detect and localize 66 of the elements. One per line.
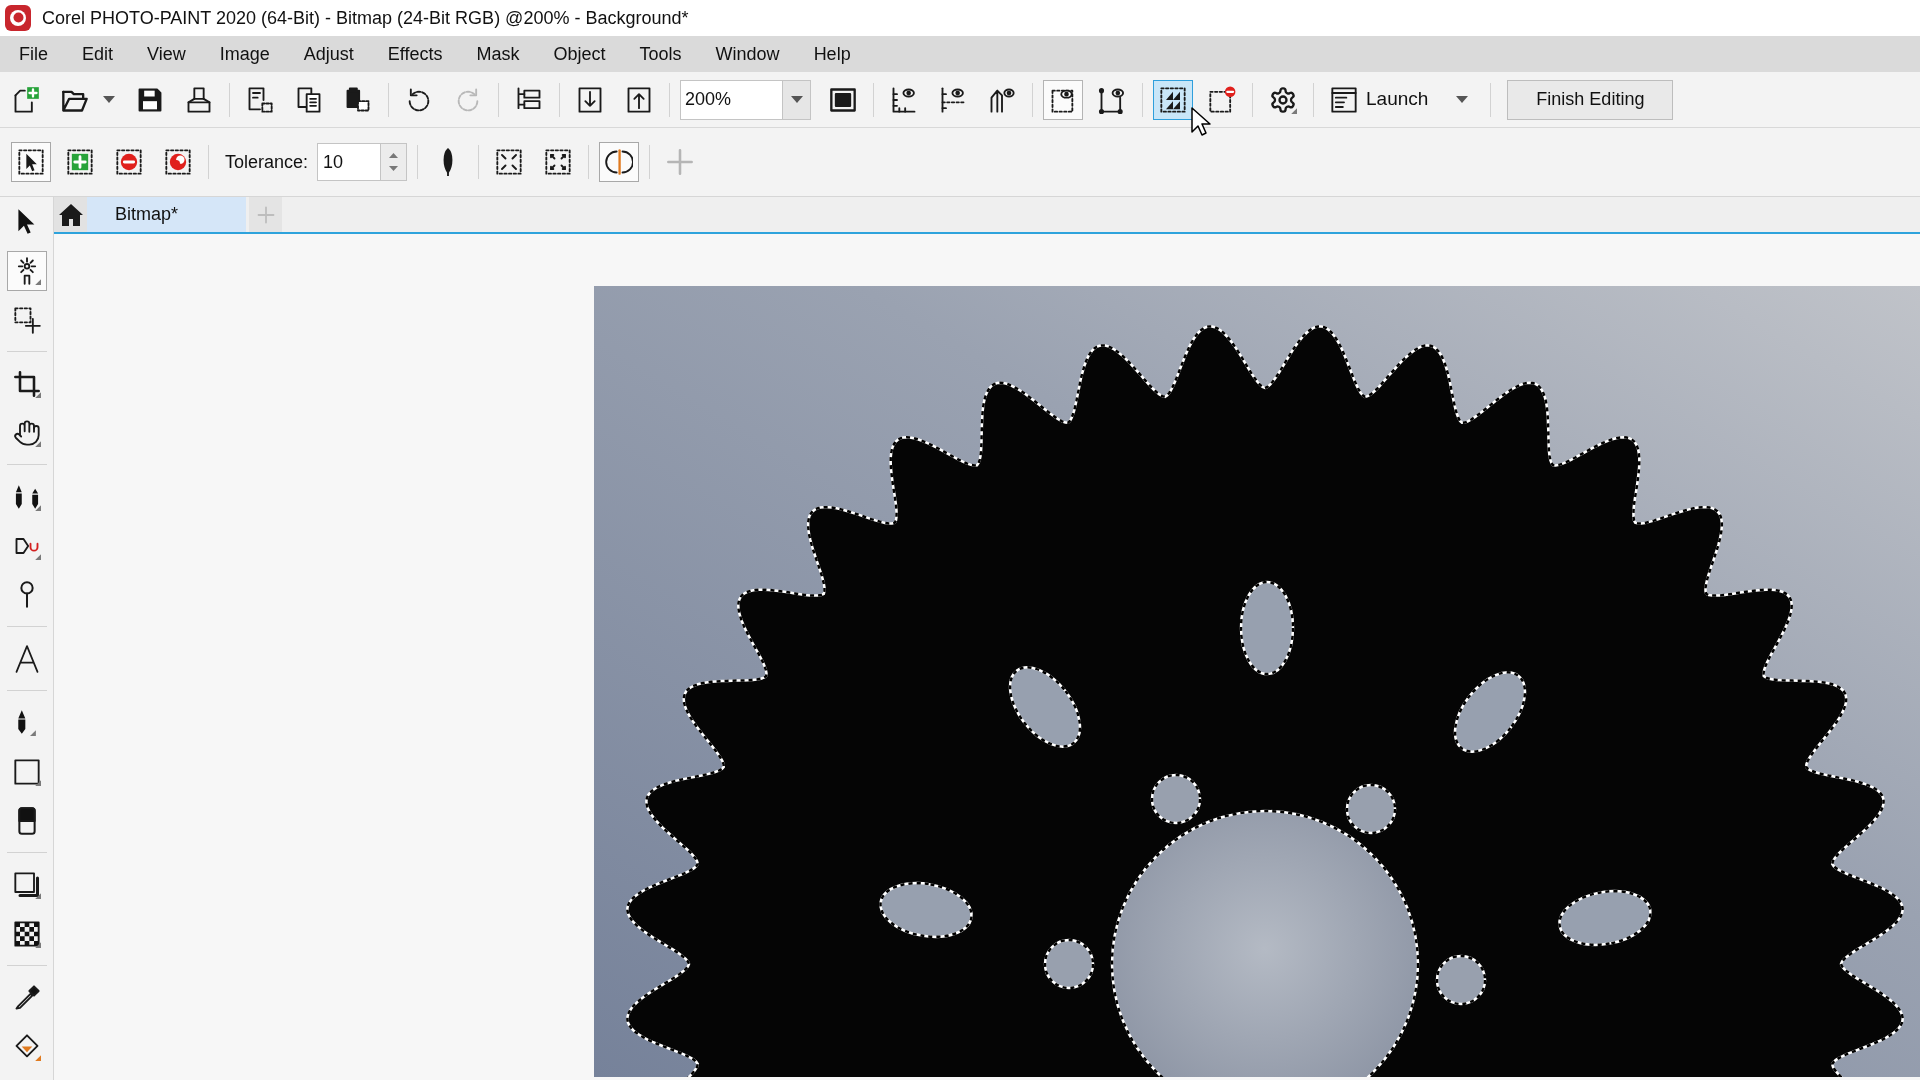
feather-icon — [442, 148, 455, 176]
pin-icon — [19, 581, 34, 608]
home-tab[interactable] — [54, 197, 87, 232]
dotted-corners-icon — [495, 148, 524, 176]
checkerboard-icon — [12, 919, 41, 948]
dotted-square-pointer-icon — [17, 148, 45, 176]
tolerance-spin-box[interactable]: 10 — [317, 143, 408, 181]
tolerance-label: Tolerance: — [225, 150, 309, 174]
pointer-arrow-icon — [16, 208, 37, 235]
menu-item[interactable]: Adjust — [286, 36, 371, 72]
window-lines-icon — [1330, 85, 1358, 114]
menu-item[interactable]: File — [2, 36, 65, 72]
ruler-eye-icon — [890, 85, 918, 114]
ruler-dotted-eye-icon — [939, 85, 967, 114]
box-arrow-down-icon — [576, 85, 604, 114]
menu-item[interactable]: Image — [202, 36, 287, 72]
menu-item[interactable]: Tools — [622, 36, 699, 72]
dotted-triangles-icon — [1159, 85, 1187, 114]
dotted-square-minus-icon — [115, 148, 143, 176]
dotted-frame-minus-icon — [1208, 85, 1236, 114]
paint-brush-icon — [17, 709, 36, 736]
framed-square-icon — [829, 85, 857, 114]
view-toggle-button[interactable] — [1043, 79, 1083, 120]
menu-item[interactable]: Effects — [370, 36, 460, 72]
settings-icon — [1269, 85, 1297, 114]
document-dotted-icon — [246, 85, 274, 114]
menu-item[interactable]: Mask — [459, 36, 537, 72]
selection-mode-button[interactable] — [11, 142, 51, 182]
copy-icon — [295, 85, 323, 114]
split-circle-icon — [605, 148, 634, 176]
plus-icon — [256, 205, 275, 224]
rectangle-icon — [12, 757, 41, 786]
menu-item[interactable]: Object — [536, 36, 623, 72]
crop-icon — [12, 369, 41, 398]
hand-icon — [12, 418, 41, 447]
frame-eye-icon — [1098, 85, 1126, 114]
spin-down-icon — [389, 166, 399, 171]
dotted-square-circles-icon — [164, 148, 192, 176]
tool-button[interactable] — [6, 250, 47, 291]
box-arrow-up-icon — [625, 85, 653, 114]
caret-icon — [103, 96, 115, 103]
home-icon — [58, 203, 83, 226]
plus-icon — [666, 148, 695, 176]
menu-item[interactable]: Help — [796, 36, 868, 72]
printer-icon — [185, 85, 213, 114]
launch-button[interactable]: Launch — [1324, 79, 1481, 120]
dotted-square-plus-icon — [66, 148, 94, 176]
new-document-icon — [12, 85, 40, 114]
zoom-combo-box[interactable]: 200% — [680, 79, 811, 120]
split-toggle-button[interactable] — [599, 142, 640, 182]
drop-shadow-icon — [12, 870, 41, 899]
menu-item[interactable]: Edit — [65, 36, 131, 72]
document-tab[interactable]: Bitmap* — [87, 197, 246, 232]
menu-item[interactable]: Window — [698, 36, 797, 72]
finish-editing-button[interactable]: Finish Editing — [1507, 79, 1674, 120]
window-title: Corel PHOTO-PAINT 2020 (64-Bit) - Bitmap (24-Bit RGB) @200% - Background* — [42, 6, 689, 30]
spin-up-icon — [389, 153, 399, 158]
app-logo-icon — [5, 5, 31, 31]
caret-icon — [1456, 96, 1469, 103]
dotted-square-move-icon — [12, 305, 41, 334]
clipboard-icon — [344, 85, 372, 114]
dotted-arrows-icon — [544, 148, 573, 176]
menu-item[interactable]: View — [130, 36, 203, 72]
eraser-icon — [17, 806, 36, 835]
caret-icon — [790, 96, 803, 103]
view-toggle-button[interactable] — [1153, 79, 1193, 120]
